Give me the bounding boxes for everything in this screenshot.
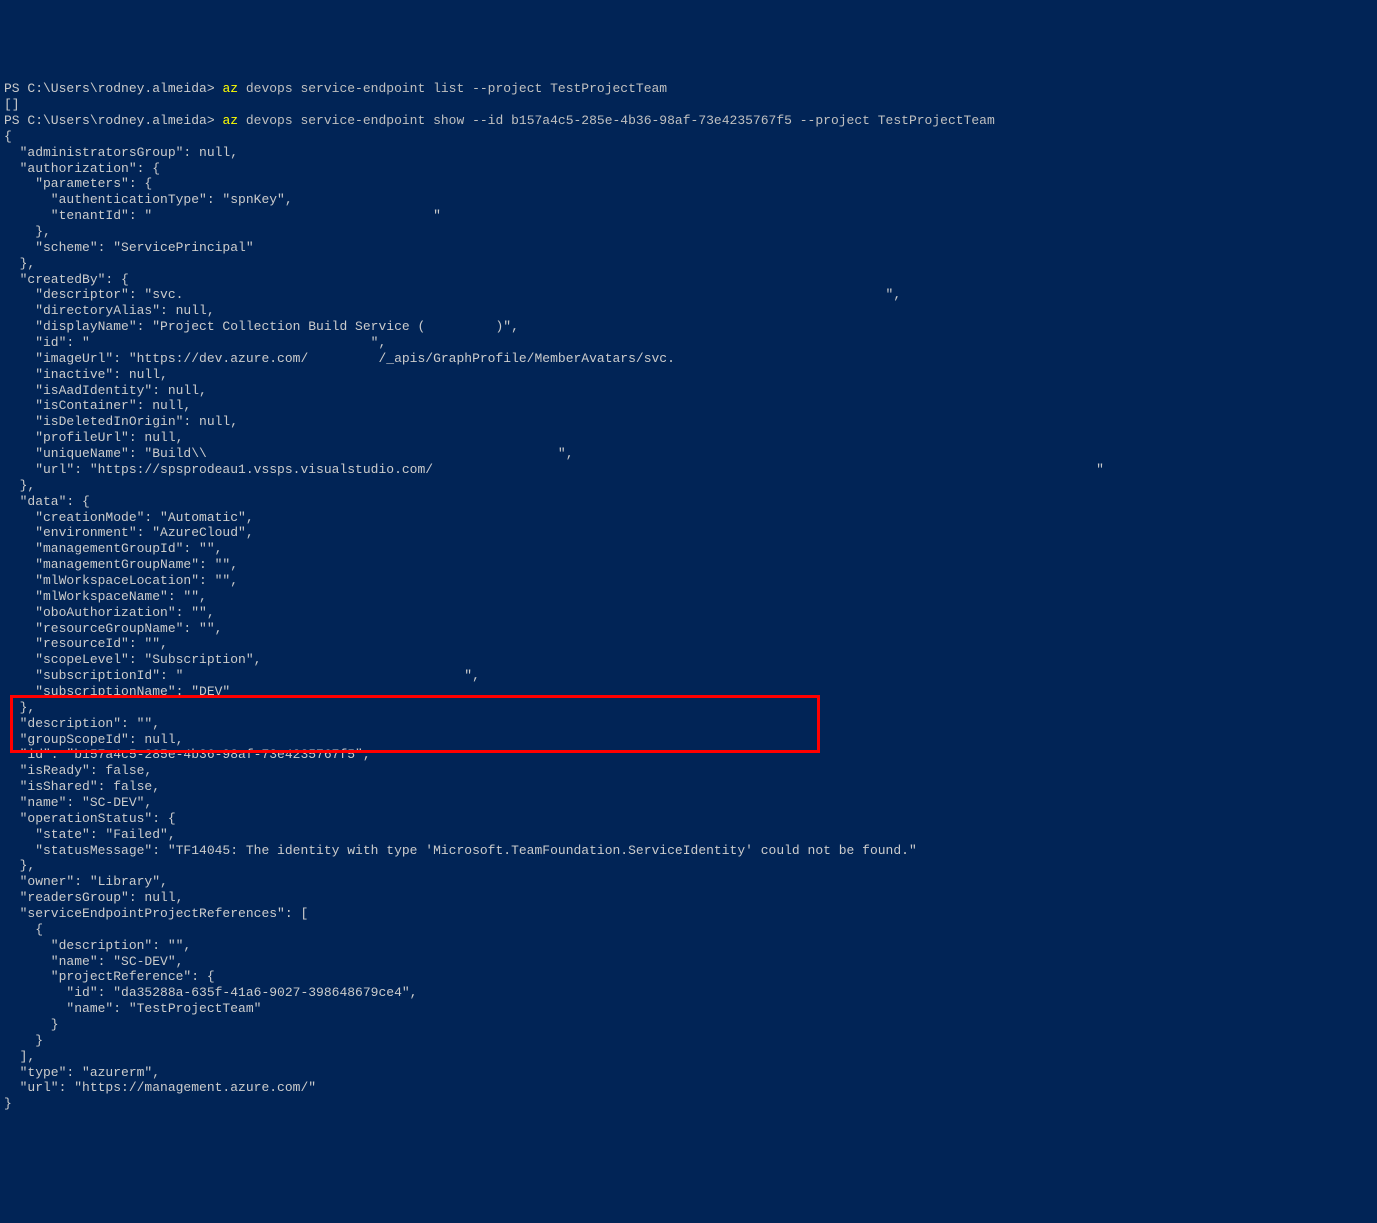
json-line: "inactive": null, [4, 367, 1373, 383]
json-line: "isReady": false, [4, 763, 1373, 779]
json-line: "groupScopeId": null, [4, 732, 1373, 748]
json-line: "id": "da35288a-635f-41a6-9027-398648679… [4, 985, 1373, 1001]
json-line: "type": "azurerm", [4, 1065, 1373, 1081]
command-args: devops service-endpoint list --project T… [246, 81, 667, 96]
ps-prompt: PS C:\Users\rodney.almeida> [4, 81, 222, 96]
json-line: "owner": "Library", [4, 874, 1373, 890]
json-line: "authorization": { [4, 161, 1373, 177]
json-line: "url": "https://spsprodeau1.vssps.visual… [4, 462, 1373, 478]
json-line: "uniqueName": "Build\\ ", [4, 446, 1373, 462]
json-line: { [4, 922, 1373, 938]
json-line: "creationMode": "Automatic", [4, 510, 1373, 526]
json-line: "description": "", [4, 716, 1373, 732]
json-line: "mlWorkspaceLocation": "", [4, 573, 1373, 589]
json-line: "statusMessage": "TF14045: The identity … [4, 843, 1373, 859]
json-line: }, [4, 478, 1373, 494]
json-line: } [4, 1017, 1373, 1033]
json-line: } [4, 1096, 1373, 1112]
json-line: { [4, 129, 1373, 145]
json-line: ], [4, 1049, 1373, 1065]
json-line: "resourceId": "", [4, 636, 1373, 652]
json-line: "descriptor": "svc. ", [4, 287, 1373, 303]
json-line: }, [4, 256, 1373, 272]
output-line: [] [4, 97, 20, 112]
json-line: "administratorsGroup": null, [4, 145, 1373, 161]
json-line: "isAadIdentity": null, [4, 383, 1373, 399]
json-line: }, [4, 858, 1373, 874]
json-line: "data": { [4, 494, 1373, 510]
json-line: "id": "b157a4c5-285e-4b36-98af-73e423576… [4, 747, 1373, 763]
json-line: "isDeletedInOrigin": null, [4, 414, 1373, 430]
json-line: "url": "https://management.azure.com/" [4, 1080, 1373, 1096]
json-line: "isShared": false, [4, 779, 1373, 795]
json-line: "name": "TestProjectTeam" [4, 1001, 1373, 1017]
json-line: "subscriptionId": " ", [4, 668, 1373, 684]
json-line: "readersGroup": null, [4, 890, 1373, 906]
json-line: "parameters": { [4, 176, 1373, 192]
json-line: "mlWorkspaceName": "", [4, 589, 1373, 605]
json-line: "createdBy": { [4, 272, 1373, 288]
json-line: "state": "Failed", [4, 827, 1373, 843]
json-output: { "administratorsGroup": null, "authoriz… [4, 129, 1373, 1112]
json-line: "environment": "AzureCloud", [4, 525, 1373, 541]
az-command: az [222, 113, 245, 128]
prompt-line-2: PS C:\Users\rodney.almeida> az devops se… [4, 113, 995, 128]
json-line: "imageUrl": "https://dev.azure.com/ /_ap… [4, 351, 1373, 367]
json-line: }, [4, 224, 1373, 240]
json-line: "name": "SC-DEV", [4, 795, 1373, 811]
json-line: } [4, 1033, 1373, 1049]
json-line: "tenantId": " " [4, 208, 1373, 224]
json-line: "managementGroupName": "", [4, 557, 1373, 573]
terminal-window[interactable]: PS C:\Users\rodney.almeida> az devops se… [4, 65, 1373, 1143]
json-line: "serviceEndpointProjectReferences": [ [4, 906, 1373, 922]
json-line: "scheme": "ServicePrincipal" [4, 240, 1373, 256]
json-line: "subscriptionName": "DEV" [4, 684, 1373, 700]
json-line: "operationStatus": { [4, 811, 1373, 827]
json-line: "projectReference": { [4, 969, 1373, 985]
az-command: az [222, 81, 245, 96]
prompt-line-1: PS C:\Users\rodney.almeida> az devops se… [4, 81, 667, 96]
ps-prompt: PS C:\Users\rodney.almeida> [4, 113, 222, 128]
json-line: "directoryAlias": null, [4, 303, 1373, 319]
json-line: "scopeLevel": "Subscription", [4, 652, 1373, 668]
json-line: "profileUrl": null, [4, 430, 1373, 446]
json-line: "managementGroupId": "", [4, 541, 1373, 557]
json-line: "oboAuthorization": "", [4, 605, 1373, 621]
json-line: "displayName": "Project Collection Build… [4, 319, 1373, 335]
json-line: "resourceGroupName": "", [4, 621, 1373, 637]
json-line: "isContainer": null, [4, 398, 1373, 414]
json-line: "id": " ", [4, 335, 1373, 351]
json-line: "description": "", [4, 938, 1373, 954]
command-args: devops service-endpoint show --id b157a4… [246, 113, 995, 128]
json-line: }, [4, 700, 1373, 716]
json-line: "authenticationType": "spnKey", [4, 192, 1373, 208]
json-line: "name": "SC-DEV", [4, 954, 1373, 970]
